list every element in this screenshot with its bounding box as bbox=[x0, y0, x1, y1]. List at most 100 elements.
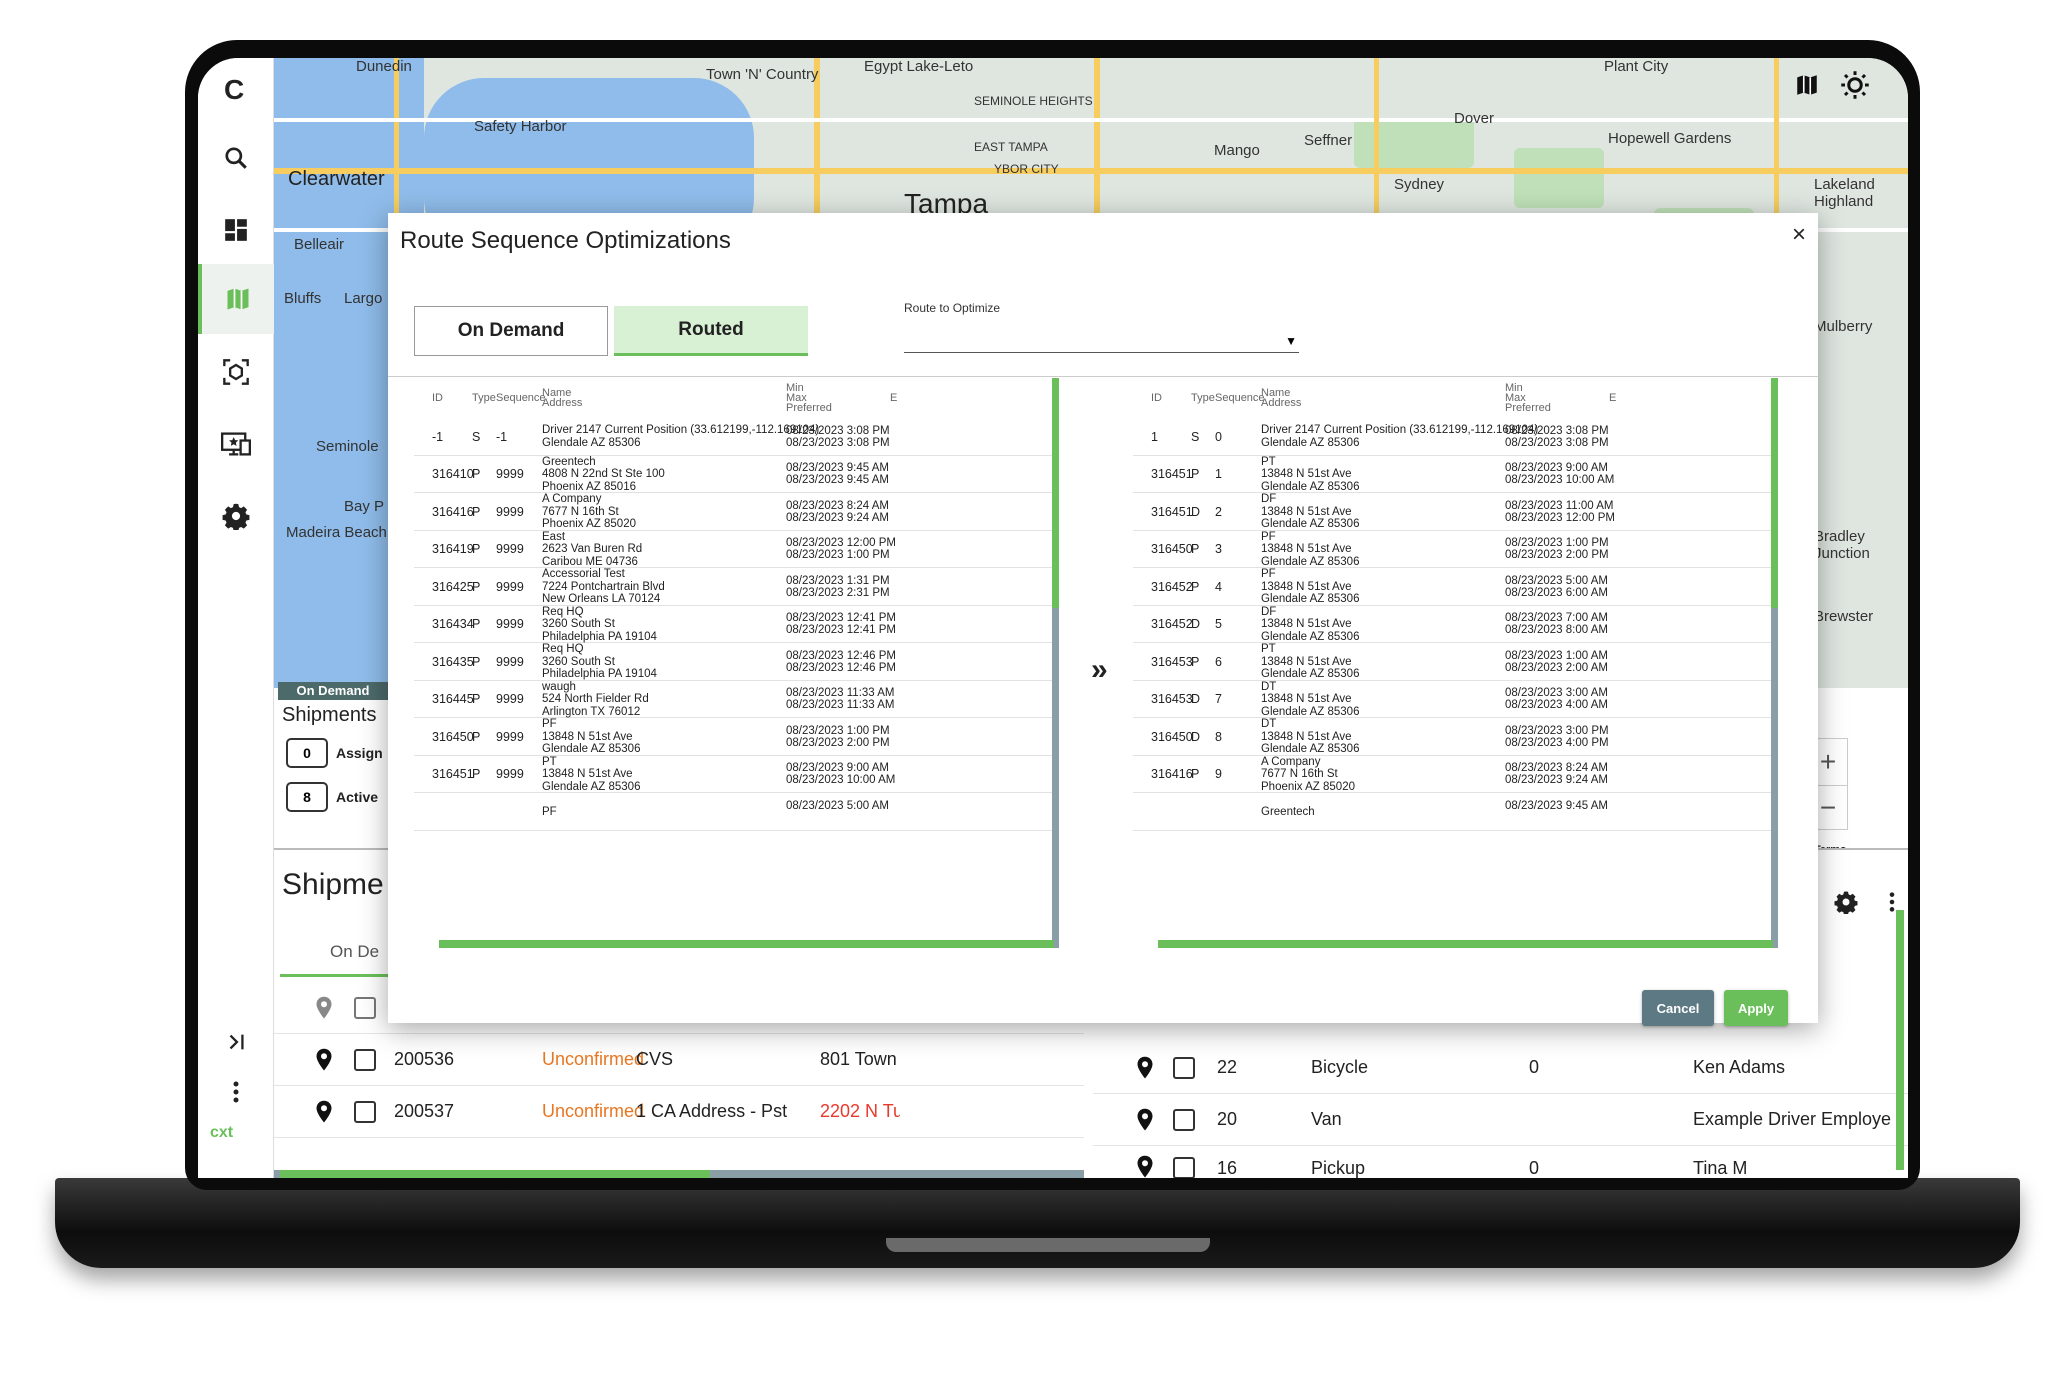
column-header-address[interactable]: Address bbox=[542, 397, 582, 409]
column-header-seq[interactable]: Sequence bbox=[496, 392, 546, 404]
route-select[interactable]: Route to Optimize ▼ bbox=[904, 301, 1299, 353]
on-demand-toggle[interactable]: On Demand bbox=[414, 306, 608, 356]
routed-toggle[interactable]: Routed bbox=[614, 306, 808, 356]
column-header-address[interactable]: Address bbox=[1261, 397, 1301, 409]
stop-address-line: 2623 Van Buren Rd bbox=[542, 543, 643, 555]
assign-label: Assign bbox=[336, 745, 383, 761]
vehicle-type: Bicycle bbox=[1311, 1057, 1369, 1077]
sequence-row[interactable]: 316451 P 1 PT 13848 N 51st Ave Glendale AZ 85… bbox=[1133, 456, 1773, 493]
nav-logo[interactable]: C bbox=[224, 74, 244, 106]
sequence-row[interactable]: 316451 P 9999 PT 13848 N 51st Ave Glendale AZ… bbox=[414, 756, 1054, 793]
location-pin-icon[interactable] bbox=[312, 1048, 336, 1072]
stop-type: D bbox=[1191, 504, 1201, 519]
brightness-icon[interactable] bbox=[1840, 70, 1870, 105]
row-checkbox[interactable] bbox=[354, 1100, 376, 1123]
dashboard-icon[interactable] bbox=[212, 206, 260, 254]
more-vertical-icon[interactable] bbox=[1888, 891, 1896, 918]
table-row[interactable]: 200537 Unconfirmed 1 CA Address - Pst 22… bbox=[274, 1086, 1084, 1138]
column-header-type[interactable]: Type bbox=[472, 392, 496, 404]
scrollbar-thumb[interactable] bbox=[1052, 378, 1059, 608]
row-checkbox[interactable] bbox=[1173, 1108, 1195, 1131]
search-icon[interactable] bbox=[212, 134, 260, 182]
row-checkbox[interactable] bbox=[354, 996, 376, 1019]
column-header-id[interactable]: ID bbox=[432, 392, 443, 404]
sequence-row[interactable]: 316450 P 9999 PF 13848 N 51st Ave Glendale AZ… bbox=[414, 718, 1054, 756]
location-pin-icon[interactable] bbox=[1133, 1155, 1157, 1178]
table-row[interactable]: 16 Pickup 0 Tina M bbox=[1093, 1146, 1908, 1178]
more-vertical-icon[interactable] bbox=[212, 1068, 260, 1116]
sequence-row[interactable]: 316451 D 2 DF 13848 N 51st Ave Glendale AZ 85… bbox=[1133, 493, 1773, 531]
row-checkbox[interactable] bbox=[1173, 1157, 1195, 1178]
scrollbar-thumb[interactable] bbox=[439, 940, 1054, 948]
sequence-row[interactable]: 316425 P 9999 Accessorial Test 7224 Pontchar… bbox=[414, 568, 1054, 606]
column-header-type[interactable]: Type bbox=[1191, 392, 1215, 404]
active-count-row[interactable]: 8 Active bbox=[286, 782, 378, 812]
sequence-row[interactable]: 1 S 0 Driver 2147 Current Position (33.6121… bbox=[1133, 418, 1773, 456]
vertical-scrollbar[interactable] bbox=[1052, 378, 1059, 948]
move-arrow-icon[interactable]: » bbox=[1091, 653, 1108, 687]
vehicle-type: Van bbox=[1311, 1109, 1342, 1129]
tab-on-demand[interactable]: On De bbox=[330, 942, 379, 962]
column-header-seq[interactable]: Sequence bbox=[1215, 392, 1265, 404]
cancel-button[interactable]: Cancel bbox=[1642, 990, 1714, 1026]
map-icon[interactable] bbox=[198, 264, 274, 334]
location-pin-icon[interactable] bbox=[312, 1100, 336, 1124]
apply-button[interactable]: Apply bbox=[1724, 990, 1788, 1026]
column-header-preferred[interactable]: Preferred bbox=[1505, 402, 1551, 414]
settings-icon[interactable] bbox=[212, 492, 260, 540]
sequence-row[interactable]: 316445 P 9999 waugh 524 North Fielder Rd Arli… bbox=[414, 681, 1054, 718]
location-pin-icon[interactable] bbox=[1133, 1056, 1157, 1080]
sequence-row[interactable]: 316452 D 5 DF 13848 N 51st Ave Glendale AZ 85… bbox=[1133, 606, 1773, 643]
monitor-star-icon[interactable] bbox=[212, 420, 260, 468]
scrollbar-thumb[interactable] bbox=[1158, 940, 1773, 948]
sequence-row[interactable]: 316450 D 8 DT 13848 N 51st Ave Glendale AZ 85… bbox=[1133, 718, 1773, 756]
sequence-row[interactable]: PF 08/23/2023 5:00 AM bbox=[414, 793, 1054, 831]
column-header-extra[interactable]: E bbox=[1609, 392, 1616, 404]
stop-sequence: 9999 bbox=[496, 467, 524, 482]
sequence-row[interactable]: 316419 P 9999 East 2623 Van Buren Rd Caribou … bbox=[414, 531, 1054, 568]
sequence-row[interactable]: 316453 P 6 PT 13848 N 51st Ave Glendale AZ 85… bbox=[1133, 643, 1773, 681]
sequence-row[interactable]: Greentech 08/23/2023 9:45 AM bbox=[1133, 793, 1773, 831]
column-header-id[interactable]: ID bbox=[1151, 392, 1162, 404]
sequence-row[interactable]: 316435 P 9999 Req HQ 3260 South St Philadelph… bbox=[414, 643, 1054, 681]
sequence-row[interactable]: -1 S -1 Driver 2147 Current Position (33.61… bbox=[414, 418, 1054, 456]
close-icon[interactable]: × bbox=[1792, 221, 1806, 249]
horizontal-scrollbar[interactable] bbox=[1158, 940, 1773, 948]
sequence-row[interactable]: 316452 P 4 PF 13848 N 51st Ave Glendale AZ 85… bbox=[1133, 568, 1773, 606]
stop-type: S bbox=[1191, 429, 1200, 444]
table-row[interactable]: 200536 Unconfirmed CVS 801 Town Ce bbox=[274, 1034, 1084, 1086]
location-pin-icon[interactable] bbox=[1133, 1108, 1157, 1132]
shipment-name: CVS bbox=[636, 1049, 674, 1069]
driver-number: 16 bbox=[1217, 1158, 1238, 1178]
max-time: 08/23/2023 2:00 AM bbox=[1505, 661, 1608, 674]
location-pin-icon[interactable] bbox=[312, 996, 336, 1020]
column-header-preferred[interactable]: Preferred bbox=[786, 402, 832, 414]
scrollbar-thumb[interactable] bbox=[1771, 378, 1778, 608]
row-checkbox[interactable] bbox=[1173, 1056, 1195, 1079]
sequence-row[interactable]: 316434 P 9999 Req HQ 3260 South St Philadelph… bbox=[414, 606, 1054, 643]
shipment-id: 200537 bbox=[394, 1101, 455, 1121]
table-row[interactable]: 20 Van Example Driver Employe bbox=[1093, 1094, 1908, 1146]
assign-count-row[interactable]: 0 Assign bbox=[286, 738, 383, 768]
stop-type: P bbox=[1191, 579, 1200, 594]
sequence-row[interactable]: 316453 D 7 DT 13848 N 51st Ave Glendale AZ 85… bbox=[1133, 681, 1773, 718]
horizontal-scrollbar[interactable] bbox=[439, 940, 1054, 948]
package-scan-icon[interactable] bbox=[212, 348, 260, 396]
settings-icon[interactable] bbox=[1834, 890, 1858, 919]
vertical-scrollbar[interactable] bbox=[1896, 910, 1904, 1170]
sequence-row[interactable]: 316416 P 9 A Company 7677 N 16th St Phoenix A… bbox=[1133, 756, 1773, 793]
stop-id: 316450 bbox=[1151, 542, 1193, 557]
map-label: Madeira Beach bbox=[286, 524, 387, 541]
min-time: 08/23/2023 9:00 AM bbox=[786, 762, 889, 775]
map-layers-icon[interactable] bbox=[1794, 72, 1820, 103]
row-checkbox[interactable] bbox=[354, 1048, 376, 1071]
scrollbar-thumb[interactable] bbox=[280, 1170, 710, 1178]
sequence-row[interactable]: 316416 P 9999 A Company 7677 N 16th St Phoeni… bbox=[414, 493, 1054, 531]
stop-sequence: 6 bbox=[1215, 654, 1222, 669]
expand-panel-icon[interactable] bbox=[212, 1018, 260, 1066]
sequence-row[interactable]: 316410 P 9999 Greentech 4808 N 22nd St Ste 1… bbox=[414, 456, 1054, 493]
vertical-scrollbar[interactable] bbox=[1771, 378, 1778, 948]
column-header-extra[interactable]: E bbox=[890, 392, 897, 404]
sequence-row[interactable]: 316450 P 3 PF 13848 N 51st Ave Glendale AZ 85… bbox=[1133, 531, 1773, 568]
table-row[interactable]: 22 Bicycle 0 Ken Adams bbox=[1093, 1042, 1908, 1094]
